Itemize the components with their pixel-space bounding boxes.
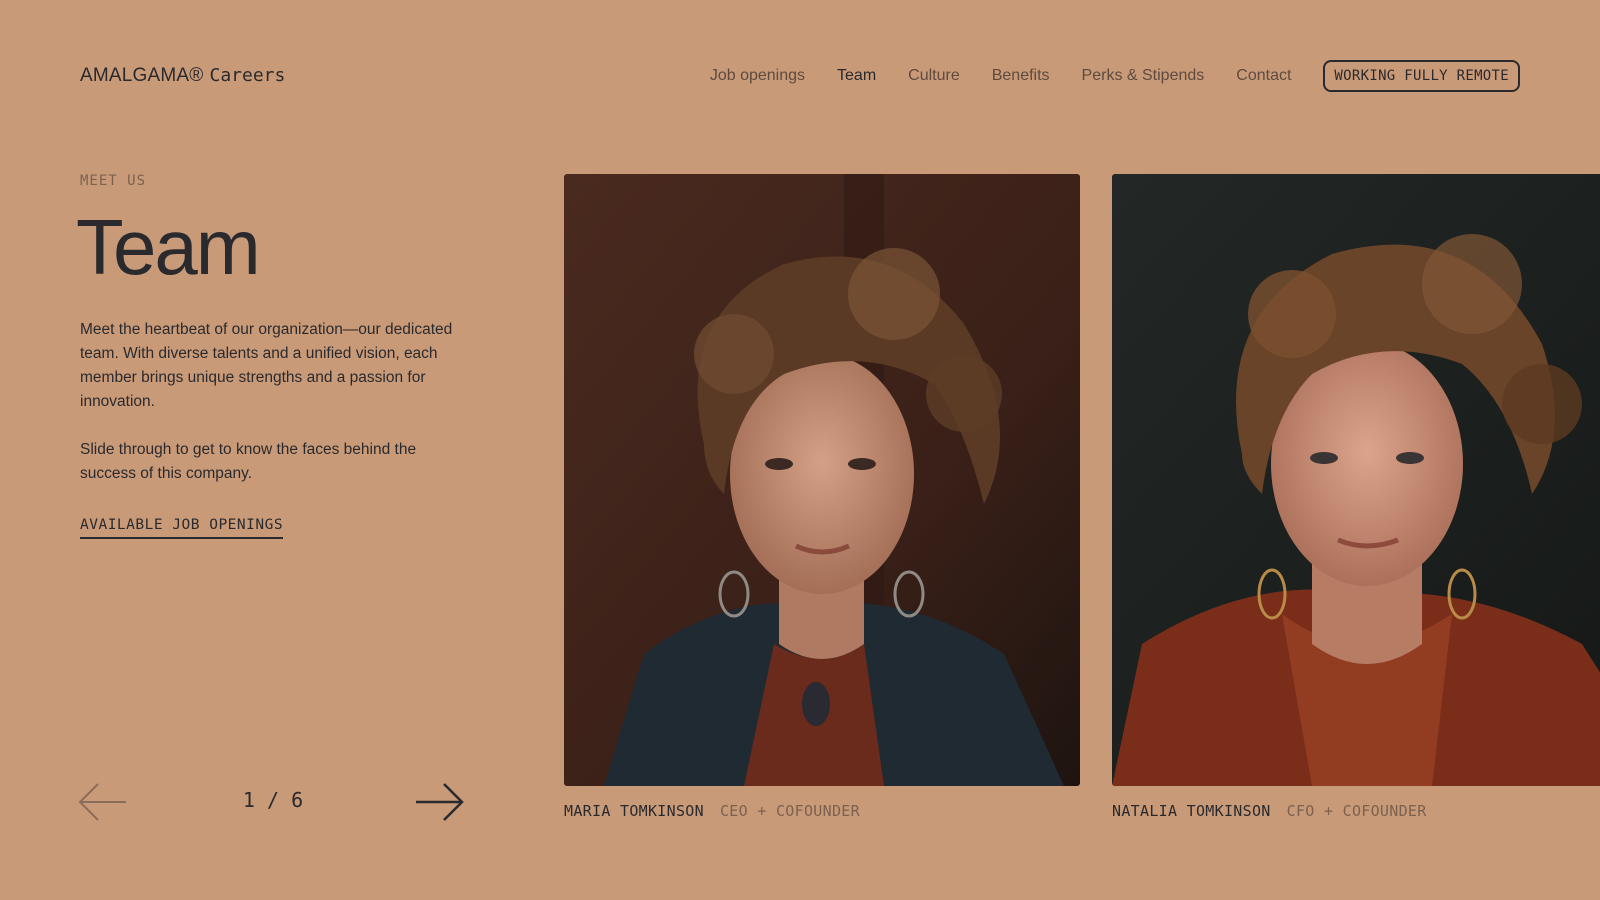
page-title: Team: [76, 203, 261, 291]
next-slide-button[interactable]: [414, 780, 464, 824]
nav-item-contact[interactable]: Contact: [1236, 67, 1291, 85]
section-eyebrow: MEET US: [80, 173, 147, 189]
main-nav: Job openings Team Culture Benefits Perks…: [678, 60, 1520, 92]
slide-current: 1: [242, 788, 255, 812]
nav-item-job-openings[interactable]: Job openings: [710, 67, 805, 85]
intro-paragraph-2: Slide through to get to know the faces b…: [80, 441, 417, 482]
slide-total: 6: [291, 788, 304, 812]
team-member-photo: [1112, 174, 1600, 786]
team-member-caption: NATALIA TOMKINSON CFO + COFOUNDER: [1112, 802, 1600, 820]
arrow-left-icon: [78, 783, 126, 821]
team-member-name: MARIA TOMKINSON: [564, 802, 704, 820]
arrow-right-icon: [416, 783, 464, 821]
nav-item-culture[interactable]: Culture: [908, 67, 960, 85]
portrait-image: [564, 174, 1080, 786]
intro-text: Meet the heartbeat of our organization—o…: [80, 318, 460, 510]
portrait-image: [1112, 174, 1600, 786]
working-fully-remote-button[interactable]: WORKING FULLY REMOTE: [1323, 60, 1520, 92]
team-member-role: CFO + COFOUNDER: [1286, 802, 1427, 820]
brand-logo[interactable]: AMALGAMA® Careers: [80, 65, 285, 87]
slide-counter: 1 / 6: [228, 788, 318, 812]
team-member-caption: MARIA TOMKINSON CEO + COFOUNDER: [564, 802, 1080, 820]
nav-item-benefits[interactable]: Benefits: [992, 67, 1050, 85]
team-member-name: NATALIA TOMKINSON: [1112, 802, 1271, 820]
intro-paragraph-1: Meet the heartbeat of our organization—o…: [80, 321, 453, 410]
team-member-photo: [564, 174, 1080, 786]
brand-suffix: Careers: [209, 65, 286, 86]
nav-item-perks-stipends[interactable]: Perks & Stipends: [1082, 67, 1205, 85]
team-member-card[interactable]: MARIA TOMKINSON CEO + COFOUNDER: [564, 174, 1080, 820]
team-member-role: CEO + COFOUNDER: [719, 802, 860, 820]
brand-name: AMALGAMA®: [80, 65, 204, 86]
available-job-openings-link[interactable]: AVAILABLE JOB OPENINGS: [80, 517, 284, 539]
site-header: AMALGAMA® Careers Job openings Team Cult…: [80, 58, 1520, 94]
nav-item-team[interactable]: Team: [837, 67, 876, 85]
slide-separator: /: [266, 788, 280, 812]
team-member-card[interactable]: NATALIA TOMKINSON CFO + COFOUNDER: [1112, 174, 1600, 820]
previous-slide-button[interactable]: [78, 780, 128, 824]
